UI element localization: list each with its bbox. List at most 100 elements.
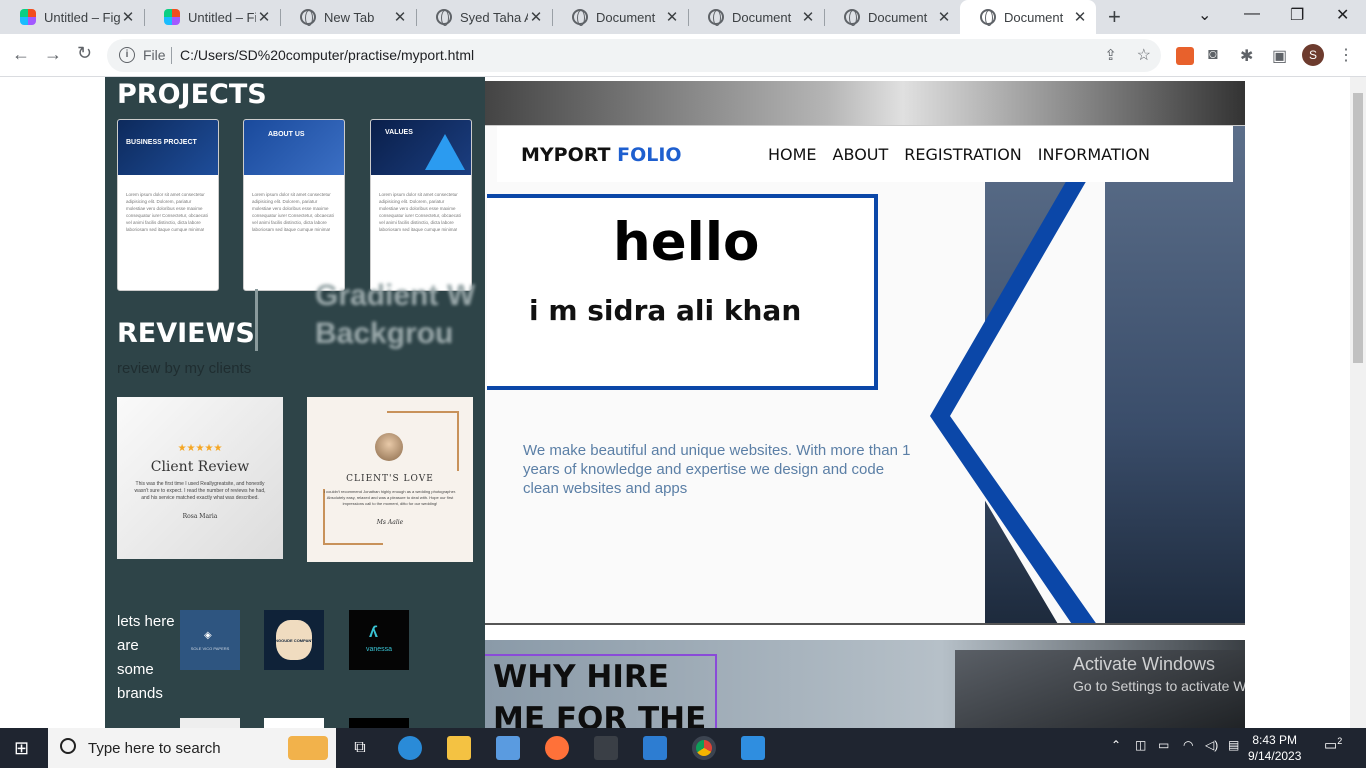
brand-logo-2[interactable]: INGOUDE COMPANY bbox=[264, 610, 324, 670]
ime-icon[interactable]: ▤ bbox=[1228, 738, 1239, 752]
close-tab-icon[interactable]: ✕ bbox=[392, 8, 408, 26]
close-tab-icon[interactable]: ✕ bbox=[528, 8, 544, 26]
toolbar: ← → ↻ i File C:/Users/SD%20computer/prac… bbox=[0, 34, 1366, 77]
close-tab-icon[interactable]: ✕ bbox=[256, 8, 272, 26]
maximize-icon[interactable]: ❐ bbox=[1290, 5, 1304, 25]
nav-links: HOME ABOUT REGISTRATION INFORMATION bbox=[768, 145, 1150, 164]
app-icon[interactable] bbox=[594, 736, 618, 760]
taskbar-clock[interactable]: 8:43 PM 9/14/2023 bbox=[1248, 732, 1301, 764]
battery-icon[interactable]: ▭ bbox=[1158, 738, 1169, 752]
camera-icon[interactable]: ◙ bbox=[1208, 46, 1218, 64]
tab-new-tab[interactable]: New Tab ✕ bbox=[280, 0, 416, 34]
notification-icon[interactable]: ▭2 bbox=[1324, 736, 1342, 754]
project-text: Lorem ipsum dolor sit amet consectetur a… bbox=[252, 192, 334, 232]
edge-icon[interactable] bbox=[398, 736, 422, 760]
tab-figma-1[interactable]: Untitled – Fig ✕ bbox=[0, 0, 144, 34]
share-icon[interactable]: ⇪ bbox=[1104, 46, 1117, 64]
task-view-icon[interactable]: ⧉ bbox=[348, 736, 372, 760]
store-icon[interactable] bbox=[496, 736, 520, 760]
close-tab-icon[interactable]: ✕ bbox=[800, 8, 816, 26]
tab-title: New Tab bbox=[324, 9, 375, 25]
ghost-image-text: Gradient W Backgrou bbox=[315, 277, 475, 353]
wifi-icon[interactable]: ◠ bbox=[1183, 738, 1193, 752]
diamond-icon: ◈ bbox=[204, 630, 212, 641]
reviews-title: REVIEWS bbox=[117, 318, 255, 349]
taskbar-search[interactable]: Type here to search bbox=[48, 728, 336, 768]
reload-icon[interactable]: ↻ bbox=[77, 43, 92, 64]
brand-mark-icon: ʎ bbox=[369, 624, 378, 641]
windows-start-icon[interactable]: ⊞ bbox=[14, 738, 29, 759]
globe-icon bbox=[980, 9, 996, 26]
clock-time: 8:43 PM bbox=[1252, 733, 1298, 747]
close-window-icon[interactable]: ✕ bbox=[1336, 5, 1349, 25]
weather-widget-icon[interactable] bbox=[288, 736, 328, 760]
projects-title: PROJECTS bbox=[117, 79, 267, 110]
tab-document-1[interactable]: Document ✕ bbox=[552, 0, 688, 34]
tab-syed-taha[interactable]: Syed Taha Ali ✕ bbox=[416, 0, 552, 34]
close-tab-icon[interactable]: ✕ bbox=[120, 8, 136, 26]
brand-logo-3[interactable]: ʎ vanessa bbox=[349, 610, 409, 670]
page-scrollbar[interactable] bbox=[1350, 77, 1366, 728]
project-image: BUSINESS PROJECT bbox=[118, 120, 218, 175]
nav-about-link[interactable]: ABOUT bbox=[833, 145, 889, 164]
review-card-2[interactable]: CLIENT'S LOVE I couldn't recommend Jonat… bbox=[307, 397, 473, 562]
menu-kebab-icon[interactable]: ⋮ bbox=[1338, 45, 1354, 65]
hero-section: MYPORT FOLIO HOME ABOUT REGISTRATION INF… bbox=[485, 125, 1245, 625]
windows-taskbar: ⊞ Type here to search ⧉ ⌃ ◫ ▭ ◠ ◁) ▤ 8:4… bbox=[0, 728, 1366, 768]
new-tab-icon[interactable]: + bbox=[1108, 4, 1121, 30]
bookmark-star-icon[interactable]: ☆ bbox=[1137, 45, 1151, 65]
tab-document-3[interactable]: Document ✕ bbox=[824, 0, 960, 34]
nav-registration-link[interactable]: REGISTRATION bbox=[904, 145, 1022, 164]
globe-icon bbox=[572, 9, 588, 26]
firefox-icon[interactable] bbox=[545, 736, 569, 760]
project-image: VALUES bbox=[371, 120, 471, 175]
project-card-1[interactable]: BUSINESS PROJECT Lorem ipsum dolor sit a… bbox=[117, 119, 219, 291]
web-page: PROJECTS BUSINESS PROJECT Lorem ipsum do… bbox=[0, 77, 1350, 728]
site-logo[interactable]: MYPORT FOLIO bbox=[521, 144, 682, 166]
extensions-puzzle-icon[interactable]: ✱ bbox=[1240, 46, 1253, 66]
close-tab-icon[interactable]: ✕ bbox=[1072, 8, 1088, 26]
photos-icon[interactable] bbox=[741, 736, 765, 760]
brand-logo-1[interactable]: ◈ SOLE VICO PAPERS bbox=[180, 610, 240, 670]
volume-icon[interactable]: ◁) bbox=[1205, 738, 1218, 752]
tab-search-icon[interactable]: ⌄ bbox=[1198, 5, 1211, 25]
review-card-1[interactable]: ★★★★★ Client Review This was the first t… bbox=[117, 397, 283, 559]
tab-document-active[interactable]: Document ✕ bbox=[960, 0, 1096, 34]
scrollbar-thumb[interactable] bbox=[1353, 93, 1363, 363]
tray-app-icon[interactable]: ◫ bbox=[1135, 738, 1146, 752]
hello-heading: hello bbox=[613, 212, 760, 273]
show-hidden-icons[interactable]: ⌃ bbox=[1111, 738, 1121, 752]
hello-box: hello i m sidra ali khan bbox=[487, 194, 878, 390]
nav-home-link[interactable]: HOME bbox=[768, 145, 817, 164]
tab-document-2[interactable]: Document ✕ bbox=[688, 0, 824, 34]
close-tab-icon[interactable]: ✕ bbox=[664, 8, 680, 26]
nav-information-link[interactable]: INFORMATION bbox=[1038, 145, 1150, 164]
main-content: MYPORT FOLIO HOME ABOUT REGISTRATION INF… bbox=[485, 77, 1245, 728]
minimize-icon[interactable]: — bbox=[1244, 5, 1260, 23]
activate-windows-title: Activate Windows bbox=[1073, 654, 1216, 674]
review-body: This was the first time I used Reallygre… bbox=[134, 481, 266, 501]
project-text: Lorem ipsum dolor sit amet consectetur a… bbox=[126, 192, 208, 232]
forward-icon[interactable]: → bbox=[44, 44, 62, 65]
info-icon[interactable]: i bbox=[119, 47, 135, 63]
blue-chevron-graphic bbox=[930, 166, 1105, 623]
hero-top-image bbox=[485, 81, 1245, 126]
back-icon[interactable]: ← bbox=[12, 44, 30, 65]
chrome-icon[interactable] bbox=[692, 736, 716, 760]
file-explorer-icon[interactable] bbox=[447, 736, 471, 760]
url-text[interactable]: C:/Users/SD%20computer/practise/myport.h… bbox=[180, 47, 474, 63]
review-signature: Rosa Maria bbox=[182, 513, 218, 520]
close-tab-icon[interactable]: ✕ bbox=[936, 8, 952, 26]
tab-figma-2[interactable]: Untitled – Fig ✕ bbox=[144, 0, 280, 34]
review-body: I couldn't recommend Jonathan highly eno… bbox=[323, 489, 457, 506]
profile-avatar[interactable]: S bbox=[1302, 44, 1324, 66]
side-panel-icon[interactable]: ▣ bbox=[1272, 46, 1287, 66]
extension-on-icon[interactable] bbox=[1176, 47, 1194, 65]
activate-windows-subtitle: Go to Settings to activate Windows. bbox=[1073, 678, 1294, 694]
address-bar[interactable]: i File C:/Users/SD%20computer/practise/m… bbox=[107, 39, 1161, 72]
figma-icon bbox=[20, 9, 36, 25]
ghost-line-1: Gradient W bbox=[315, 279, 476, 312]
project-card-2[interactable]: ABOUT US Lorem ipsum dolor sit amet cons… bbox=[243, 119, 345, 291]
mail-icon[interactable] bbox=[643, 736, 667, 760]
project-card-3[interactable]: VALUES Lorem ipsum dolor sit amet consec… bbox=[370, 119, 472, 291]
